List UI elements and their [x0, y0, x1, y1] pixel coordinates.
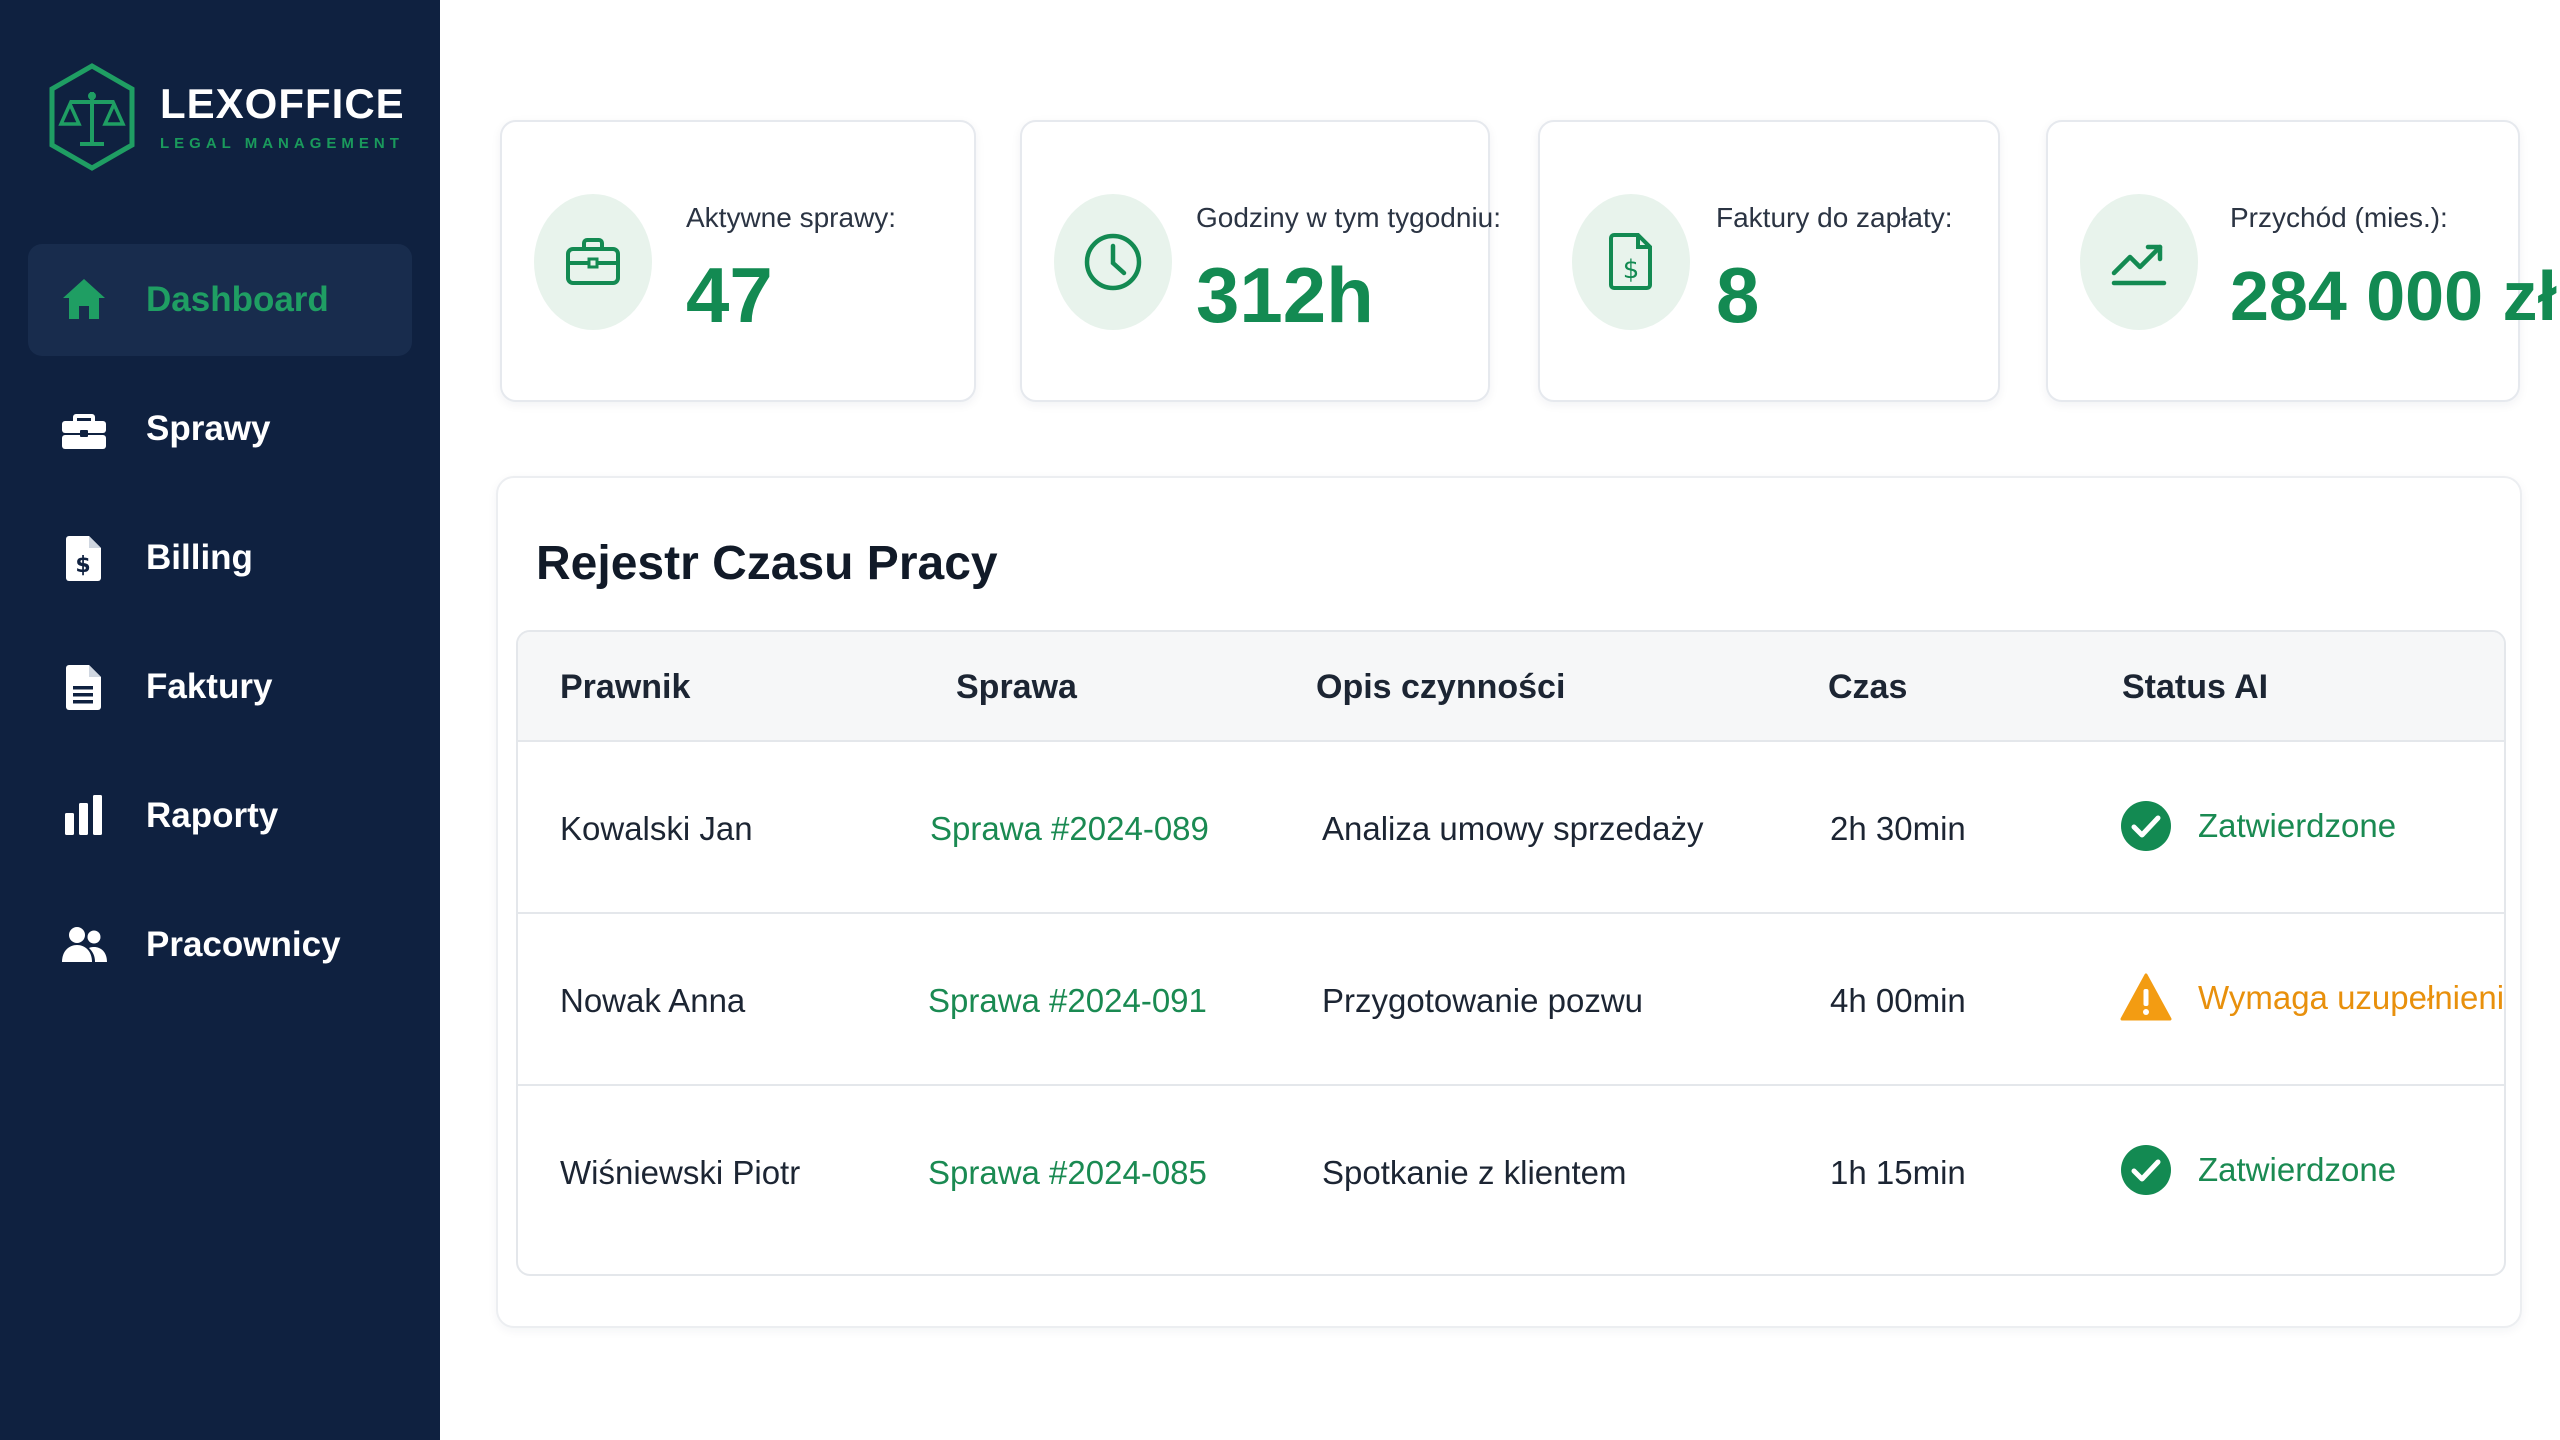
cell-description: Analiza umowy sprzedaży	[1322, 810, 1704, 847]
trend-up-icon	[2080, 194, 2198, 330]
sidebar-item-dashboard[interactable]: Dashboard	[28, 244, 412, 356]
cell-time: 1h 15min	[1830, 1154, 1966, 1191]
sidebar-item-label: Pracownicy	[146, 925, 341, 964]
dollar-document-icon: $	[58, 532, 110, 584]
stat-label: Przychód (mies.):	[2230, 202, 2448, 233]
cell-lawyer: Kowalski Jan	[560, 810, 753, 847]
sidebar-item-label: Faktury	[146, 667, 273, 706]
document-icon	[58, 661, 110, 713]
clock-icon	[1054, 194, 1172, 330]
invoice-icon: $	[1572, 194, 1690, 330]
briefcase-icon	[58, 403, 110, 455]
svg-text:$: $	[75, 553, 90, 578]
cell-description: Przygotowanie pozwu	[1322, 982, 1644, 1019]
sidebar-item-label: Sprawy	[146, 409, 271, 448]
sidebar-item-pracownicy[interactable]: Pracownicy	[28, 889, 412, 1001]
sidebar-item-label: Billing	[146, 538, 253, 577]
stat-label: Aktywne sprawy:	[686, 202, 897, 233]
home-icon	[58, 274, 110, 326]
stat-value: 312h	[1196, 251, 1374, 339]
column-header-case[interactable]: Sprawa	[956, 668, 1077, 707]
brand-title: LEXOFFICE	[160, 79, 405, 127]
stat-card-monthly-revenue[interactable]: Przychód (mies.): 284 000 zł	[2046, 120, 2557, 402]
sidebar: LEXOFFICE LEGAL MANAGEMENT Dashboard Spr…	[0, 0, 440, 1440]
users-icon	[58, 919, 110, 971]
column-header-status[interactable]: Status AI	[2122, 668, 2268, 707]
sidebar-item-sprawy[interactable]: Sprawy	[28, 373, 412, 485]
stat-value: 47	[686, 251, 773, 339]
warning-icon	[2120, 973, 2172, 1021]
case-link[interactable]: Sprawa #2024-085	[928, 1154, 1207, 1192]
panel-title: Rejestr Czasu Pracy	[536, 537, 998, 590]
cell-description: Spotkanie z klientem	[1322, 1154, 1627, 1191]
check-circle-icon	[2121, 801, 2171, 851]
stat-label: Faktury do zapłaty:	[1716, 202, 1953, 233]
column-header-description[interactable]: Opis czynności	[1316, 668, 1565, 707]
stat-value: 284 000 zł	[2230, 257, 2557, 335]
table-row[interactable]: Nowak Anna Sprawa #2024-091 Przygotowani…	[518, 914, 2504, 1086]
status-text: Zatwierdzone	[2198, 807, 2397, 844]
status-text: Wymaga uzupełnienia	[2198, 979, 2506, 1016]
check-circle-icon	[2121, 1145, 2171, 1195]
table-row[interactable]: Wiśniewski Piotr Sprawa #2024-085 Spotka…	[518, 1086, 2504, 1266]
scales-logo-icon	[49, 63, 135, 171]
cell-lawyer: Wiśniewski Piotr	[560, 1154, 801, 1191]
sidebar-nav: Dashboard Sprawy $ Billing Faktury Rapor…	[28, 244, 412, 1018]
stat-label: Godziny w tym tygodniu:	[1196, 202, 1502, 233]
stat-value: 8	[1716, 251, 1760, 339]
cell-time: 4h 00min	[1830, 982, 1966, 1019]
sidebar-item-label: Raporty	[146, 796, 279, 835]
column-header-lawyer[interactable]: Prawnik	[560, 668, 690, 707]
timesheet-panel: Rejestr Czasu Pracy Prawnik Sprawa Opis …	[496, 476, 2522, 1328]
table-header: Prawnik Sprawa Opis czynności Czas Statu…	[518, 632, 2504, 742]
status-badge: Zatwierdzone	[2120, 1144, 2396, 1196]
case-link[interactable]: Sprawa #2024-089	[930, 810, 1209, 848]
bar-chart-icon	[58, 790, 110, 842]
table-row[interactable]: Kowalski Jan Sprawa #2024-089 Analiza um…	[518, 742, 2504, 914]
brand-subtitle: LEGAL MANAGEMENT	[160, 134, 404, 152]
sidebar-item-faktury[interactable]: Faktury	[28, 631, 412, 743]
case-link[interactable]: Sprawa #2024-091	[928, 982, 1207, 1020]
status-text: Zatwierdzone	[2198, 1151, 2397, 1188]
svg-text:$: $	[1623, 255, 1640, 285]
stat-card-active-cases[interactable]: Aktywne sprawy: 47	[500, 120, 976, 402]
status-badge: Zatwierdzone	[2120, 800, 2396, 852]
sidebar-item-billing[interactable]: $ Billing	[28, 502, 412, 614]
briefcase-icon	[534, 194, 652, 330]
sidebar-item-label: Dashboard	[146, 280, 329, 319]
stat-card-unpaid-invoices[interactable]: $ Faktury do zapłaty: 8	[1538, 120, 2000, 402]
column-header-time[interactable]: Czas	[1828, 668, 1907, 707]
cell-time: 2h 30min	[1830, 810, 1966, 847]
brand-logo[interactable]: LEXOFFICE LEGAL MANAGEMENT	[46, 62, 405, 172]
sidebar-item-raporty[interactable]: Raporty	[28, 760, 412, 872]
status-badge: Wymaga uzupełnienia	[2120, 972, 2506, 1024]
stat-card-weekly-hours[interactable]: Godziny w tym tygodniu: 312h	[1020, 120, 1501, 402]
timesheet-table: Prawnik Sprawa Opis czynności Czas Statu…	[516, 630, 2506, 1276]
cell-lawyer: Nowak Anna	[560, 982, 746, 1019]
